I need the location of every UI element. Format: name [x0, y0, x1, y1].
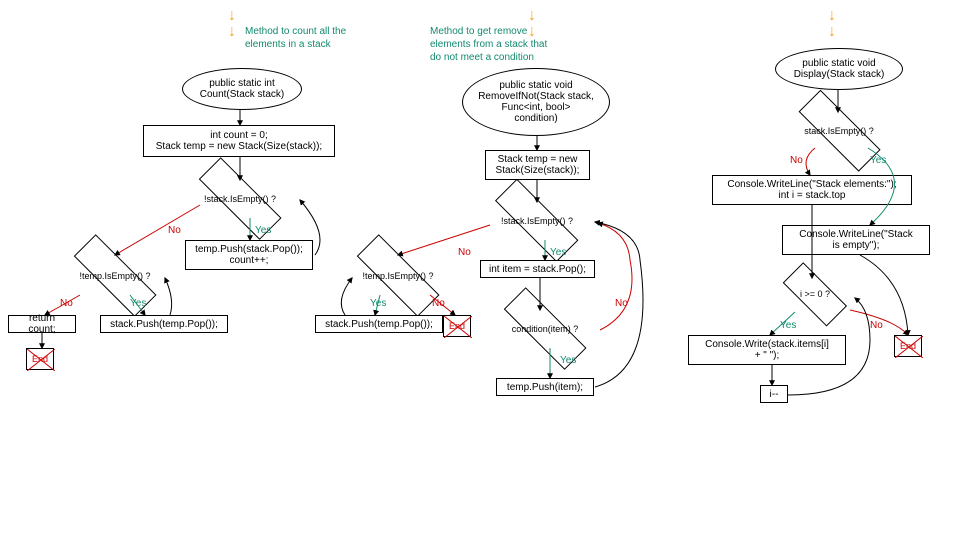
c2-cond2-no: No	[615, 298, 628, 309]
c3-cond1-no: No	[790, 155, 803, 166]
chart1-end: End	[26, 348, 54, 370]
chart1-cond2: !temp.IsEmpty() ?	[55, 255, 175, 297]
chart3-dec: i--	[760, 385, 788, 403]
chart3-no1: Console.WriteLine("Stack elements:"); in…	[712, 175, 912, 205]
chart1-start: public static int Count(Stack stack)	[182, 68, 302, 110]
chart2-cond2: condition(item) ?	[485, 308, 605, 350]
chart1-cond1: !stack.IsEmpty() ?	[180, 178, 300, 220]
comment-2: Method to get remove elements from a sta…	[430, 25, 547, 64]
start-arrow-3: ↓↓	[828, 8, 836, 40]
chart3-yes2: Console.Write(stack.items[i] + " ");	[688, 335, 846, 365]
chart3-start: public static void Display(Stack stack)	[775, 48, 903, 90]
chart3-cond2: i >= 0 ?	[772, 275, 858, 313]
chart1-yes1: temp.Push(stack.Pop()); count++;	[185, 240, 313, 270]
c2-cond3-no: No	[432, 298, 445, 309]
chart1-init: int count = 0; Stack temp = new Stack(Si…	[143, 125, 335, 157]
chart2-yes3: stack.Push(temp.Pop());	[315, 315, 443, 333]
c3-cond2-no: No	[870, 320, 883, 331]
chart3-end: End	[894, 335, 922, 357]
c1-cond2-yes: Yes	[130, 298, 146, 309]
c2-cond1-yes: Yes	[550, 247, 566, 258]
c1-cond1-yes: Yes	[255, 225, 271, 236]
chart3-cond1: stack.IsEmpty() ?	[780, 110, 898, 152]
c1-cond1-no: No	[168, 225, 181, 236]
chart2-cond3: !temp.IsEmpty() ?	[338, 255, 458, 297]
chart2-yes2: temp.Push(item);	[496, 378, 594, 396]
c2-cond1-no: No	[458, 247, 471, 258]
c1-cond2-no: No	[60, 298, 73, 309]
chart2-init: Stack temp = new Stack(Size(stack));	[485, 150, 590, 180]
chart1-return: return count;	[8, 315, 76, 333]
comment-1: Method to count all the elements in a st…	[245, 25, 346, 51]
chart2-start: public static void RemoveIfNot(Stack sta…	[462, 68, 610, 136]
c3-cond2-yes: Yes	[780, 320, 796, 331]
chart2-cond1: !stack.IsEmpty() ?	[476, 200, 598, 242]
chart1-yes2: stack.Push(temp.Pop());	[100, 315, 228, 333]
c3-cond1-yes: Yes	[870, 155, 886, 166]
chart3-yes1: Console.WriteLine("Stack is empty");	[782, 225, 930, 255]
c2-cond2-yes: Yes	[560, 355, 576, 366]
start-arrow-1: ↓↓	[228, 8, 236, 40]
c2-cond3-yes: Yes	[370, 298, 386, 309]
chart2-yes1: int item = stack.Pop();	[480, 260, 595, 278]
chart2-end: End	[443, 315, 471, 337]
